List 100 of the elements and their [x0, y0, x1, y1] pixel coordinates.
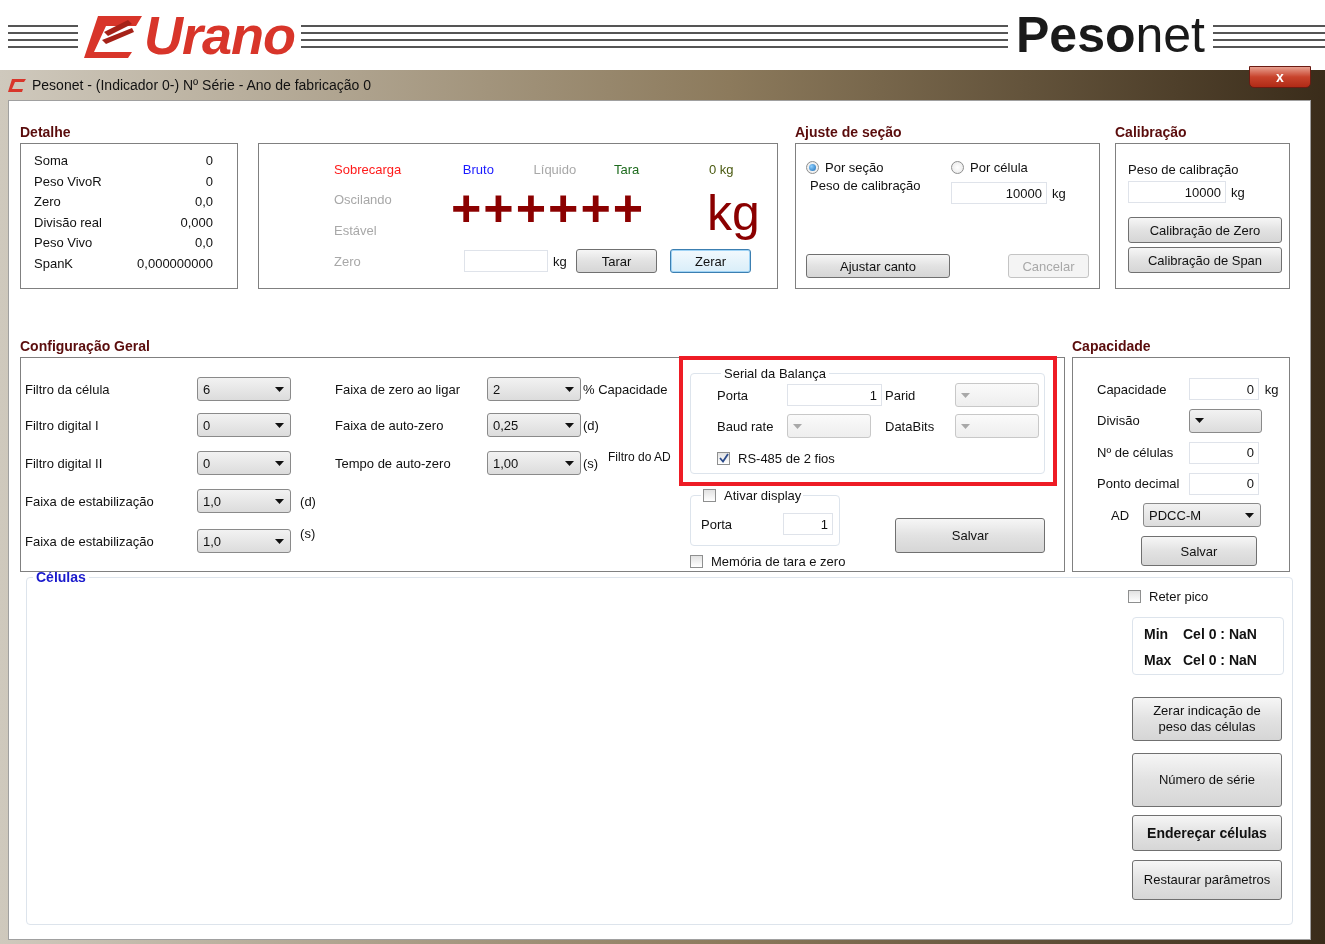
text-field[interactable]: 10000: [1128, 181, 1226, 203]
dropdown[interactable]: 1,0: [197, 529, 291, 553]
action-button[interactable]: Calibração de Zero: [1128, 217, 1282, 243]
label: Baud rate: [717, 418, 775, 434]
caret-icon: [961, 392, 970, 398]
label: Faixa de zero ao ligar: [335, 381, 461, 397]
checkbox-label: RS-485 de 2 fios: [738, 450, 835, 466]
status-label: Oscilando: [334, 192, 393, 207]
label: Tempo de auto-zero: [335, 455, 452, 471]
label: Faixa de auto-zero: [335, 417, 445, 433]
action-button[interactable]: Calibração de Span: [1128, 247, 1282, 273]
action-button[interactable]: Endereçar células: [1132, 815, 1282, 851]
radio-label: Por seção: [825, 159, 884, 175]
action-button[interactable]: Restaurar parâmetros: [1132, 860, 1282, 900]
label: Ponto decimal: [1097, 476, 1181, 491]
value: 0,0: [194, 235, 213, 253]
unit-label: kg: [553, 253, 567, 269]
action-button[interactable]: Zerar indicação de peso das células: [1132, 697, 1282, 741]
radio-label: Por célula: [970, 159, 1028, 175]
label: Peso de calibração: [809, 178, 922, 195]
label: Max: [1144, 652, 1173, 668]
window-title: Pesonet - (Indicador 0-) Nº Série - Ano de fabricação 0: [32, 77, 371, 93]
caret-icon: [1245, 512, 1255, 518]
value: 0: [205, 153, 213, 170]
status-indicator: Líquido: [533, 161, 578, 177]
label: Capacidade: [1097, 381, 1168, 397]
label: Peso de calibração: [1128, 162, 1240, 177]
value: Cel 0 : NaN: [1183, 652, 1258, 668]
dropdown[interactable]: [1189, 408, 1262, 433]
checkbox-label: Memória de tara e zero: [711, 554, 846, 569]
unit-label: kg: [1264, 381, 1280, 397]
save-button[interactable]: Salvar: [895, 518, 1045, 553]
label: Filtro digital I: [25, 417, 100, 433]
dropdown[interactable]: 0: [197, 413, 291, 437]
radio-button[interactable]: [951, 160, 964, 174]
caret-icon: [793, 423, 802, 429]
brand-logo: Pesonet: [1015, 6, 1205, 64]
label: Min: [1144, 626, 1170, 642]
label: Filtro do AD: [608, 450, 671, 464]
action-button[interactable]: Tarar: [576, 249, 657, 273]
checkbox[interactable]: [1128, 590, 1141, 603]
caret-icon: [275, 386, 284, 392]
unit-label: kg: [707, 184, 760, 242]
dropdown[interactable]: 2: [487, 377, 581, 401]
unit-label: (s): [300, 526, 317, 541]
dropdown[interactable]: PDCC-M: [1143, 503, 1262, 527]
text-field[interactable]: 1: [787, 384, 882, 406]
app-icon: [8, 77, 26, 93]
text-field[interactable]: 0: [1189, 441, 1259, 464]
status-label: Estável: [334, 223, 378, 238]
checkbox[interactable]: [703, 489, 716, 502]
caret-icon: [275, 422, 284, 428]
close-button[interactable]: x: [1249, 66, 1311, 88]
label: SpanK: [34, 255, 75, 273]
checkbox[interactable]: [690, 555, 703, 568]
group-title: Células: [35, 569, 87, 585]
text-field[interactable]: [464, 250, 548, 272]
label: Soma: [34, 153, 69, 170]
label: AD: [1111, 507, 1130, 523]
unit-label: kg: [1052, 185, 1066, 201]
unit-label: (d): [583, 417, 599, 433]
dropdown[interactable]: [955, 414, 1039, 438]
text-field[interactable]: 1: [783, 513, 833, 535]
text-field[interactable]: 0: [1189, 378, 1259, 400]
status-indicator: Tara: [613, 161, 641, 177]
label: Faixa de estabilização: [25, 533, 155, 549]
save-button[interactable]: Salvar: [1141, 536, 1257, 566]
section-title: Calibração: [1115, 123, 1188, 142]
dropdown[interactable]: 0,25: [487, 413, 581, 437]
dropdown[interactable]: 6: [197, 377, 291, 401]
action-button[interactable]: Ajustar canto: [806, 254, 950, 278]
value: 0,000: [180, 214, 213, 232]
caret-icon: [275, 460, 284, 466]
status-indicator: Bruto: [462, 161, 495, 177]
label: DataBits: [885, 418, 936, 434]
text-field[interactable]: 10000: [951, 182, 1047, 204]
caret-icon: [565, 460, 574, 466]
label: Peso VivoR: [34, 173, 103, 191]
status-indicator: 0 kg: [708, 161, 735, 177]
value: Cel 0 : NaN: [1183, 626, 1258, 642]
action-button[interactable]: Número de série: [1132, 753, 1282, 807]
value: 0,000000000: [137, 255, 213, 273]
status-label: Zero: [334, 253, 362, 269]
label: Parid: [885, 387, 917, 403]
dropdown[interactable]: 0: [197, 451, 291, 475]
checkbox[interactable]: [717, 451, 730, 465]
caret-icon: [565, 386, 574, 392]
text-field[interactable]: 0: [1189, 472, 1259, 495]
group-title: Serial da Balança: [723, 366, 827, 381]
action-button[interactable]: Zerar: [670, 249, 751, 273]
caret-icon: [275, 498, 284, 504]
weight-reading: ++++++: [451, 182, 646, 234]
dropdown[interactable]: [787, 414, 871, 438]
section-title: Capacidade: [1072, 337, 1152, 356]
dropdown[interactable]: 1,0: [197, 489, 291, 513]
radio-button[interactable]: [806, 160, 819, 174]
caret-icon: [275, 538, 284, 544]
dropdown[interactable]: [955, 383, 1039, 407]
unit-label: (d): [300, 493, 317, 509]
dropdown[interactable]: 1,00: [487, 451, 581, 475]
